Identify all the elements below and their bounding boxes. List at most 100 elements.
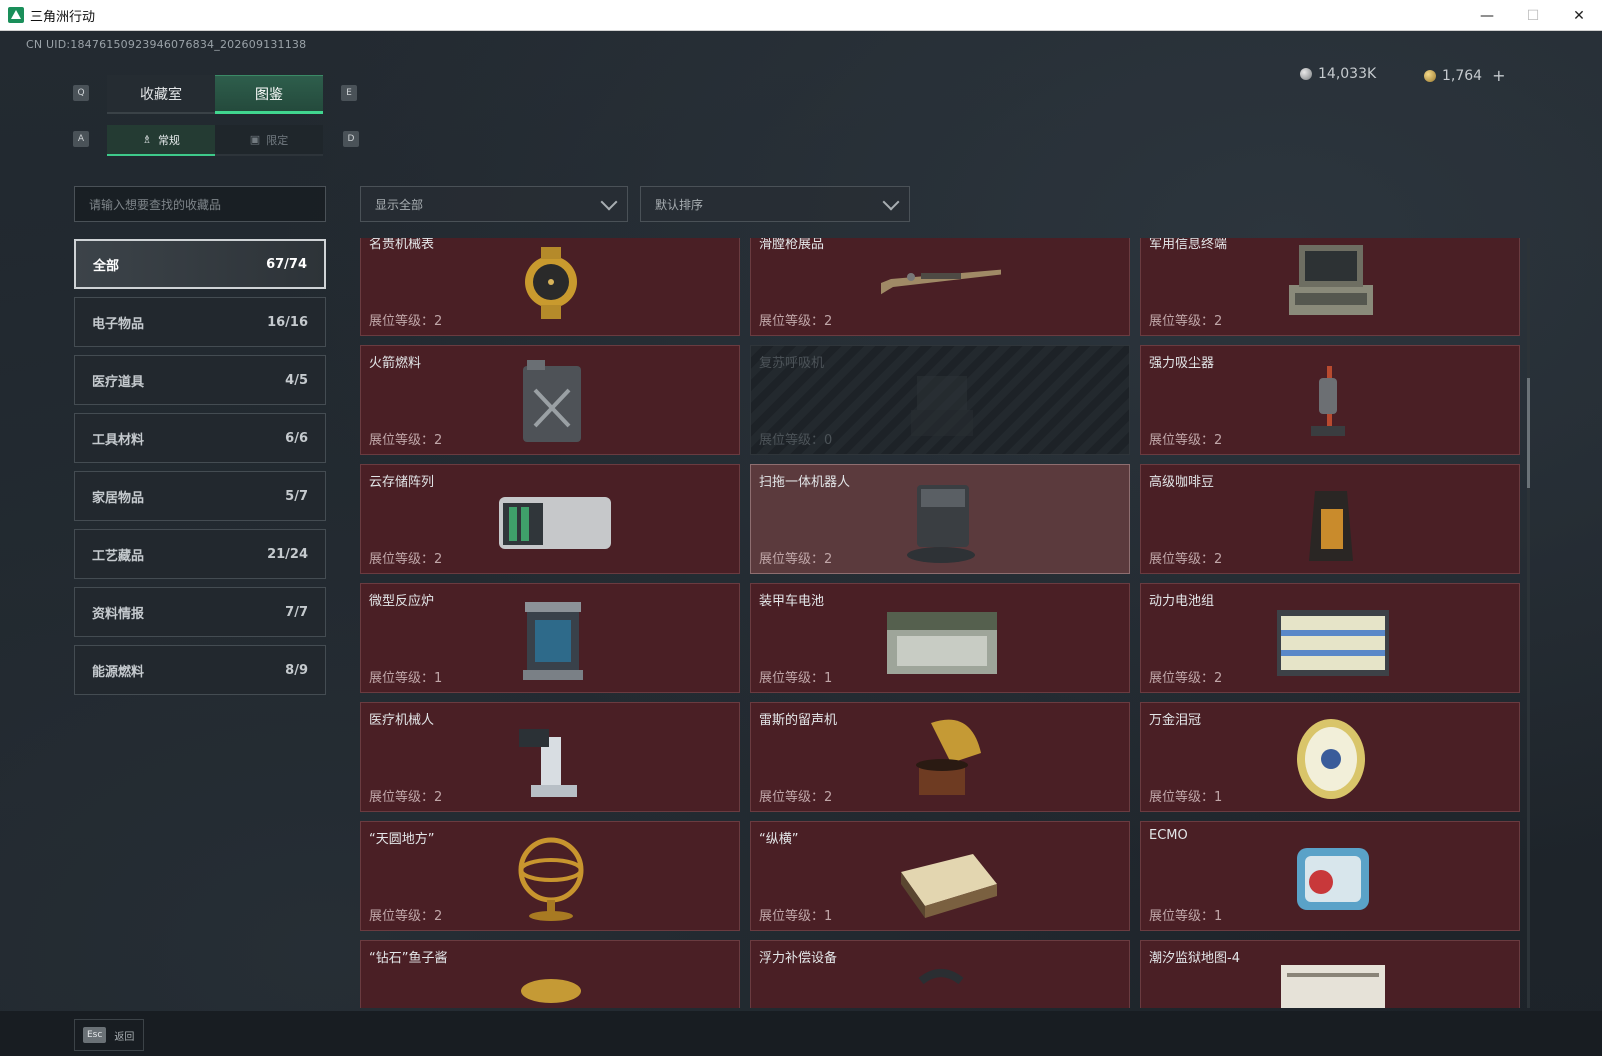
filter-dropdown[interactable]: 显示全部 xyxy=(360,186,628,222)
category-tools[interactable]: 工具材料 6/6 xyxy=(74,413,326,463)
item-level: 展位等级：2 xyxy=(1149,671,1223,686)
item-name: 微型反应炉 xyxy=(369,594,435,609)
category-electronics[interactable]: 电子物品 16/16 xyxy=(74,297,326,347)
item-name: “纵横” xyxy=(759,832,799,847)
category-label: 资料情报 xyxy=(92,606,145,622)
item-card[interactable]: 云存储阵列 展位等级：2 xyxy=(360,464,740,574)
coffee-bag-icon xyxy=(1309,491,1353,561)
category-crafts[interactable]: 工艺藏品 21/24 xyxy=(74,529,326,579)
battery-pack-icon xyxy=(1277,610,1389,676)
category-count: 7/7 xyxy=(285,604,308,620)
subtab-limited[interactable]: ▣ 限定 xyxy=(215,125,323,156)
category-list: 全部 67/74 电子物品 16/16 医疗道具 4/5 工具材料 6/6 家居… xyxy=(74,239,326,703)
category-count: 16/16 xyxy=(267,314,308,330)
ecmo-icon xyxy=(1297,848,1369,910)
category-energy[interactable]: 能源燃料 8/9 xyxy=(74,645,326,695)
chess-piece-icon: ♗ xyxy=(142,133,152,146)
item-level: 展位等级：1 xyxy=(759,671,833,686)
item-name: ECMO xyxy=(1149,828,1188,843)
grid-scrollbar[interactable] xyxy=(1527,238,1530,1008)
item-card[interactable]: 微型反应炉展位等级：1 xyxy=(360,583,740,693)
item-card[interactable]: 扫拖一体机器人 展位等级：2 xyxy=(750,464,1130,574)
key-hint-a: A xyxy=(73,131,89,147)
search-input[interactable]: 请输入想要查找的收藏品 xyxy=(74,186,326,222)
item-level: 展位等级：2 xyxy=(369,790,443,805)
mop-robot-icon xyxy=(907,485,975,563)
item-name: 云存储阵列 xyxy=(369,475,435,490)
currency-silver: 14,033K xyxy=(1300,66,1376,82)
item-card[interactable]: 复苏呼吸机展位等级：0 xyxy=(750,345,1130,455)
subtab-regular[interactable]: ♗ 常规 xyxy=(107,125,215,156)
item-card[interactable]: “纵横” 展位等级：1 xyxy=(750,821,1130,931)
map-icon xyxy=(1281,965,1385,1008)
window-controls: — ☐ ✕ xyxy=(1464,0,1602,31)
chess-icon xyxy=(901,854,997,918)
item-card[interactable]: 名贵机械表 展位等级：2 xyxy=(360,238,740,336)
close-button[interactable]: ✕ xyxy=(1556,0,1602,31)
item-card[interactable]: 医疗机械人 展位等级：2 xyxy=(360,702,740,812)
game-area: CN UID:18476150923946076834_202609131138… xyxy=(0,31,1602,1056)
item-name: 万金泪冠 xyxy=(1149,713,1202,728)
armillary-icon xyxy=(518,837,584,921)
sub-tabs: ♗ 常规 ▣ 限定 xyxy=(107,125,323,156)
item-card[interactable]: 动力电池组 展位等级：2 xyxy=(1140,583,1520,693)
category-label: 全部 xyxy=(93,258,120,274)
item-card[interactable]: 浮力补偿设备 xyxy=(750,940,1130,1008)
item-name: 装甲车电池 xyxy=(759,594,825,609)
item-card[interactable]: 高级咖啡豆 展位等级：2 xyxy=(1140,464,1520,574)
window-titlebar: 三角洲行动 — ☐ ✕ xyxy=(0,0,1602,31)
category-count: 6/6 xyxy=(285,430,308,446)
category-label: 能源燃料 xyxy=(92,664,145,680)
key-hint-e: E xyxy=(341,85,357,101)
item-name: 名贵机械表 xyxy=(369,238,435,252)
tab-collection-room[interactable]: 收藏室 xyxy=(107,75,215,114)
item-level: 展位等级：2 xyxy=(1149,552,1223,567)
item-level: 展位等级：2 xyxy=(369,909,443,924)
jeweled-egg-icon xyxy=(1297,719,1365,799)
key-hint-d: D xyxy=(343,131,359,147)
scrollbar-thumb[interactable] xyxy=(1527,378,1530,488)
item-level: 展位等级：2 xyxy=(369,433,443,448)
category-all[interactable]: 全部 67/74 xyxy=(74,239,326,289)
item-name: 复苏呼吸机 xyxy=(759,356,825,371)
item-card[interactable]: 装甲车电池展位等级：1 xyxy=(750,583,1130,693)
gramophone-icon xyxy=(916,719,981,795)
item-level: 展位等级：1 xyxy=(1149,790,1223,805)
item-card[interactable]: “天圆地方” 展位等级：2 xyxy=(360,821,740,931)
category-intel[interactable]: 资料情报 7/7 xyxy=(74,587,326,637)
fuel-can-icon xyxy=(523,360,581,442)
item-card[interactable]: 雷斯的留声机 展位等级：2 xyxy=(750,702,1130,812)
item-card[interactable]: 火箭燃料展位等级：2 xyxy=(360,345,740,455)
item-level: 展位等级：1 xyxy=(369,671,443,686)
item-card[interactable]: ECMO 展位等级：1 xyxy=(1140,821,1520,931)
category-count: 5/7 xyxy=(285,488,308,504)
item-name: 火箭燃料 xyxy=(369,356,422,371)
category-medical[interactable]: 医疗道具 4/5 xyxy=(74,355,326,405)
bottom-bar xyxy=(0,1011,1602,1056)
item-card[interactable]: 潮汐监狱地图-4 xyxy=(1140,940,1520,1008)
minimize-button[interactable]: — xyxy=(1464,0,1510,31)
item-name: 潮汐监狱地图-4 xyxy=(1149,951,1240,966)
item-level: 展位等级：0 xyxy=(759,433,833,448)
item-card[interactable]: “钻石”鱼子酱 xyxy=(360,940,740,1008)
item-name: 扫拖一体机器人 xyxy=(759,475,851,490)
sort-dropdown[interactable]: 默认排序 xyxy=(640,186,910,222)
back-button[interactable]: Esc 返回 xyxy=(74,1019,144,1051)
esc-key-hint: Esc xyxy=(83,1027,107,1043)
tab-catalog[interactable]: 图鉴 xyxy=(215,75,323,114)
currency-gold-value: 1,764 xyxy=(1442,67,1483,84)
item-card[interactable]: 军用信息终端 展位等级：2 xyxy=(1140,238,1520,336)
item-card[interactable]: 滑膛枪展品 展位等级：2 xyxy=(750,238,1130,336)
category-household[interactable]: 家居物品 5/7 xyxy=(74,471,326,521)
item-card[interactable]: 强力吸尘器 展位等级：2 xyxy=(1140,345,1520,455)
caviar-icon xyxy=(521,979,581,1003)
add-currency-button[interactable]: + xyxy=(1492,66,1505,85)
maximize-button[interactable]: ☐ xyxy=(1510,0,1556,31)
main-tabs: 收藏室 图鉴 xyxy=(107,75,323,114)
item-name: 浮力补偿设备 xyxy=(759,951,838,966)
item-level: 展位等级：2 xyxy=(759,790,833,805)
storage-array-icon xyxy=(499,497,611,549)
item-card[interactable]: 万金泪冠展位等级：1 xyxy=(1140,702,1520,812)
currency-gold: 1,764 + xyxy=(1424,66,1506,85)
terminal-icon xyxy=(1289,245,1373,315)
